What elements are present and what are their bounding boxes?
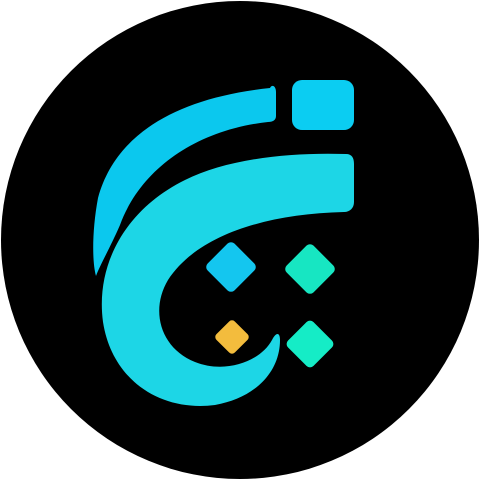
background-circle (1, 1, 479, 479)
top-square-shape (292, 80, 354, 130)
logo-icon (1, 1, 479, 479)
logo-canvas (0, 0, 480, 480)
